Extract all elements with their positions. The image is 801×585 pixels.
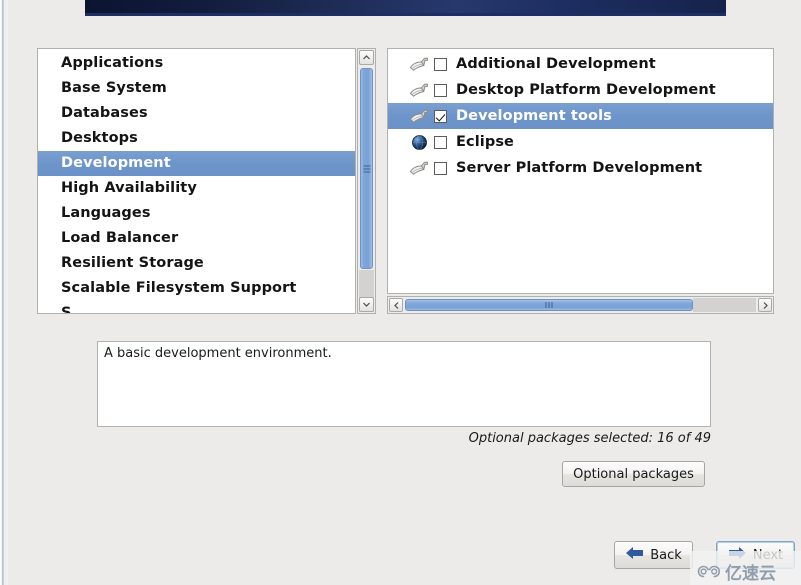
package-group-icon — [409, 83, 428, 97]
package-list-scroll-thumb[interactable] — [405, 299, 693, 311]
watermark-backdrop — [690, 551, 801, 585]
package-list-item-label: Eclipse — [456, 134, 514, 150]
package-group-list[interactable]: Applications Base System Databases Desktops… — [37, 48, 356, 314]
globe-icon — [409, 134, 432, 151]
group-description-box: A basic development environment. — [97, 341, 711, 427]
optional-packages-count: Optional packages selected: 16 of 49 — [468, 431, 711, 446]
package-list-item[interactable]: Eclipse — [388, 129, 773, 155]
package-list-item-label: Desktop Platform Development — [456, 82, 716, 98]
package-checkbox[interactable] — [434, 109, 447, 123]
scroll-grip-icon — [363, 165, 370, 172]
group-list-scroll-thumb[interactable] — [360, 68, 373, 269]
package-list-item-label: Additional Development — [456, 56, 656, 72]
package-group-icon — [409, 57, 428, 71]
group-list-item[interactable]: Base System — [38, 76, 355, 101]
package-group-icon — [409, 56, 432, 73]
package-list-scroll-track[interactable] — [693, 298, 756, 312]
scroll-grip-icon — [545, 302, 553, 308]
package-group-icon — [409, 109, 428, 123]
back-button[interactable]: Back — [614, 541, 693, 569]
optional-packages-button[interactable]: Optional packages — [562, 461, 705, 487]
package-group-icon — [409, 108, 432, 125]
scroll-left-icon[interactable] — [389, 298, 403, 312]
back-button-label: Back — [650, 547, 682, 563]
scroll-right-icon[interactable] — [758, 298, 772, 312]
installer-banner-underline — [85, 13, 726, 16]
group-list-vertical-scrollbar[interactable] — [357, 48, 376, 314]
group-list-item[interactable]: Languages — [38, 201, 355, 226]
scroll-down-icon[interactable] — [359, 297, 374, 312]
package-group-icon — [409, 161, 428, 175]
package-list-item[interactable]: Development tools — [388, 103, 773, 129]
scroll-up-icon[interactable] — [359, 50, 374, 65]
group-list-item[interactable]: Databases — [38, 101, 355, 126]
group-list-item[interactable]: S — [38, 301, 355, 313]
package-checkbox[interactable] — [434, 57, 447, 71]
group-list-item[interactable]: Resilient Storage — [38, 251, 355, 276]
package-list-item[interactable]: Additional Development — [388, 51, 773, 77]
package-checkbox[interactable] — [434, 83, 447, 97]
package-group-icon — [409, 82, 432, 99]
group-list-item[interactable]: High Availability — [38, 176, 355, 201]
package-list-item[interactable]: Server Platform Development — [388, 155, 773, 181]
package-checkbox[interactable] — [434, 161, 447, 175]
group-list-item[interactable]: Development — [38, 151, 355, 176]
package-list-item-label: Server Platform Development — [456, 160, 703, 176]
optional-packages-button-label: Optional packages — [573, 466, 694, 482]
package-list-horizontal-scrollbar[interactable] — [387, 296, 774, 314]
package-option-list[interactable]: Additional Development Desktop Platform D… — [387, 48, 774, 294]
group-description-text: A basic development environment. — [104, 346, 332, 361]
group-list-item[interactable]: Applications — [38, 51, 355, 76]
arrow-left-icon — [625, 546, 644, 564]
package-list-item[interactable]: Desktop Platform Development — [388, 77, 773, 103]
group-list-item[interactable]: Load Balancer — [38, 226, 355, 251]
package-list-item-label: Development tools — [456, 108, 612, 124]
window-left-gutter — [4, 0, 8, 585]
globe-icon — [412, 134, 427, 150]
installer-screen: Applications Base System Databases Desktops… — [0, 0, 801, 585]
package-checkbox[interactable] — [434, 135, 447, 149]
group-list-item[interactable]: Scalable Filesystem Support — [38, 276, 355, 301]
group-list-item[interactable]: Desktops — [38, 126, 355, 151]
package-group-icon — [409, 160, 432, 177]
